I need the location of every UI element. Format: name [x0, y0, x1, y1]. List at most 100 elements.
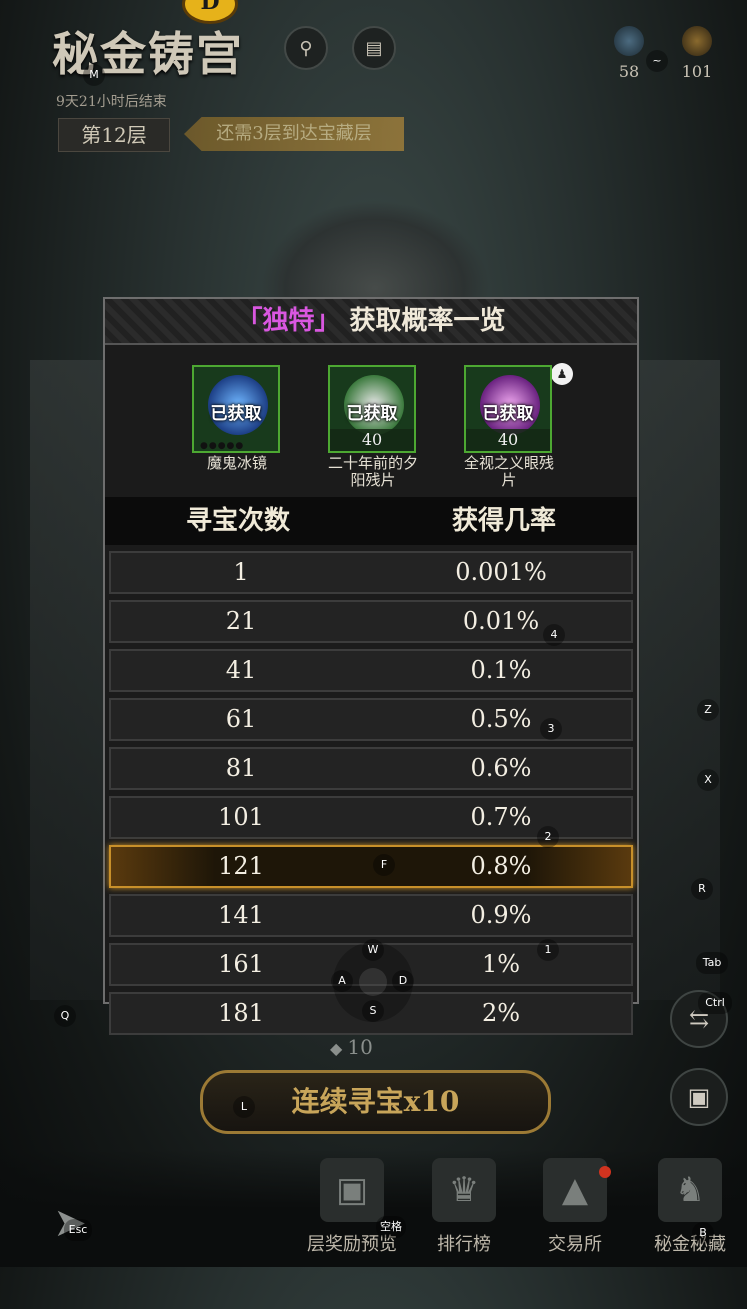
- nav-label: 排行榜: [437, 1234, 491, 1255]
- key-hint-r: R: [691, 878, 713, 900]
- reward-item-name: 二十年前的夕阳残片: [328, 454, 419, 489]
- rate-row: 81 0.6%: [109, 747, 633, 790]
- dialog-title-text: 获取概率一览: [349, 306, 506, 336]
- floor-hint: 还需3层到达宝藏层: [184, 117, 404, 151]
- reward-item-count: 40: [330, 429, 414, 451]
- rate-row-rate: 0.1%: [470, 656, 532, 684]
- dialog-title-open: 「: [236, 306, 263, 336]
- statue-icon: ♞: [658, 1158, 722, 1222]
- rate-row-attempts: 181: [218, 999, 264, 1027]
- rate-row-attempts: 121: [218, 852, 264, 880]
- magnifier-icon: ⚲: [299, 37, 313, 59]
- rate-row: 1 0.001%: [109, 551, 633, 594]
- nav-label: 交易所: [548, 1234, 602, 1255]
- event-timer: 9天21小时后结束: [56, 94, 167, 110]
- key-hint-ctrl: Ctrl: [698, 992, 732, 1014]
- reward-item[interactable]: 已获取 40 ♟ 二十年前的夕阳残片: [328, 363, 573, 489]
- resource-compass: 101: [672, 26, 722, 81]
- reward-item-frame: 已获取 ●●●●●: [192, 365, 280, 453]
- rate-row-rate: 2%: [481, 999, 521, 1027]
- rate-row-rate: 0.8%: [470, 852, 532, 880]
- rate-row-attempts: 81: [225, 754, 257, 782]
- reward-items: 已获取 ●●●●● 魔鬼冰镜 已获取 40 ♟ 二十年前的夕阳残片 已获取 40…: [105, 345, 637, 497]
- column-attempts: 寻宝次数: [185, 506, 290, 536]
- drop-rate-dialog: 「独特」 获取概率一览 已获取 ●●●●● 魔鬼冰镜 已获取 40 ♟ 二十年前…: [103, 297, 639, 1035]
- rate-row-attempts: 61: [225, 705, 257, 733]
- key-hint-b: B: [692, 1222, 714, 1244]
- dialog-title-close: 」: [314, 306, 341, 336]
- column-rate: 获得几率: [451, 506, 556, 536]
- page-title: 秘金铸宫: [52, 27, 244, 81]
- reward-item-name: 全视之义眼残片: [464, 454, 555, 489]
- lock-button[interactable]: ▣: [670, 1068, 728, 1126]
- reward-item-frame: 已获取 40: [328, 365, 416, 453]
- ticket-icon: ◆: [330, 1039, 348, 1058]
- rate-row-rate: 0.001%: [455, 558, 547, 586]
- reward-item-frame: 已获取 40: [464, 365, 552, 453]
- key-hint-x: X: [697, 769, 719, 791]
- rate-row-rate: 0.01%: [462, 607, 540, 635]
- table-header: 寻宝次数 获得几率: [105, 497, 637, 545]
- nav-floor-rewards[interactable]: ▣ 层奖励预览: [296, 1158, 408, 1267]
- compass-icon: [682, 26, 712, 56]
- background-statue: [260, 200, 490, 310]
- resource-crystal: 58: [604, 26, 654, 81]
- nav-secret-vault[interactable]: ♞ 秘金秘藏: [636, 1158, 744, 1267]
- rate-row: 41 0.1%: [109, 649, 633, 692]
- reward-item-name: 魔鬼冰镜: [206, 454, 267, 472]
- rate-row-attempts: 141: [218, 901, 264, 929]
- treasure-chest-icon: ▣: [320, 1158, 384, 1222]
- key-hint-esc: Esc: [64, 1219, 92, 1241]
- reward-item[interactable]: 已获取 ●●●●● 魔鬼冰镜: [192, 365, 282, 472]
- rank-dots: ●●●●●: [200, 441, 245, 451]
- joystick-knob[interactable]: [359, 968, 387, 996]
- key-hint-1: 1: [537, 939, 559, 961]
- key-hint-l: L: [233, 1096, 255, 1118]
- attempt-count: ◆ 10: [330, 1035, 373, 1059]
- nav-label: 秘金秘藏: [654, 1234, 726, 1255]
- rate-row: 121 0.8%: [109, 845, 633, 888]
- book-button[interactable]: ▤: [352, 26, 396, 70]
- key-hint-w: W: [362, 939, 384, 961]
- key-hint-space: 空格: [376, 1216, 406, 1238]
- obtained-label: 已获取: [210, 404, 262, 424]
- key-hint-s: S: [362, 1000, 384, 1022]
- floor-label: 第12层: [58, 118, 170, 152]
- nav-exchange[interactable]: ▲ 交易所: [520, 1158, 630, 1267]
- key-hint-a: A: [331, 970, 353, 992]
- resource-compass-value: 101: [681, 62, 713, 81]
- key-hint-d: D: [392, 970, 414, 992]
- rate-row-rate: 0.5%: [470, 705, 532, 733]
- resource-crystal-value: 58: [618, 62, 640, 81]
- crystal-icon: [614, 26, 644, 56]
- book-icon: ▤: [365, 37, 383, 59]
- obtained-label: 已获取: [346, 404, 398, 424]
- key-hint-q: Q: [54, 1005, 76, 1027]
- nav-leaderboard[interactable]: ♛ 排行榜: [410, 1158, 518, 1267]
- reward-item[interactable]: 已获取 40 全视之义眼残片: [464, 365, 554, 489]
- key-hint-4: 4: [543, 624, 565, 646]
- rate-row-rate: 0.6%: [470, 754, 532, 782]
- rate-row-attempts: 21: [225, 607, 257, 635]
- back-button[interactable]: ➤: [40, 1200, 100, 1309]
- key-hint-2: 2: [537, 826, 559, 848]
- background-tower-left: [30, 360, 110, 1000]
- rate-row-rate: 0.9%: [470, 901, 532, 929]
- key-hint-z: Z: [697, 699, 719, 721]
- lock-icon: ▣: [687, 1083, 711, 1111]
- dialog-title-highlight: 独特: [262, 306, 315, 336]
- key-hint-tab: Tab: [696, 952, 728, 974]
- rate-row-attempts: 41: [225, 656, 257, 684]
- key-hint-m: M: [83, 64, 105, 86]
- trophy-icon: ♛: [432, 1158, 496, 1222]
- reward-item-count: 40: [466, 429, 550, 451]
- obtained-label: 已获取: [482, 404, 534, 424]
- notification-dot: [599, 1166, 611, 1178]
- search-button[interactable]: ⚲: [284, 26, 328, 70]
- attempt-count-value: 10: [347, 1035, 373, 1059]
- rate-row-attempts: 101: [218, 803, 264, 831]
- rate-row-attempts: 1: [233, 558, 249, 586]
- key-hint-f: F: [373, 854, 395, 876]
- dialog-title: 「独特」 获取概率一览: [105, 299, 637, 345]
- rate-row-rate: 0.7%: [470, 803, 532, 831]
